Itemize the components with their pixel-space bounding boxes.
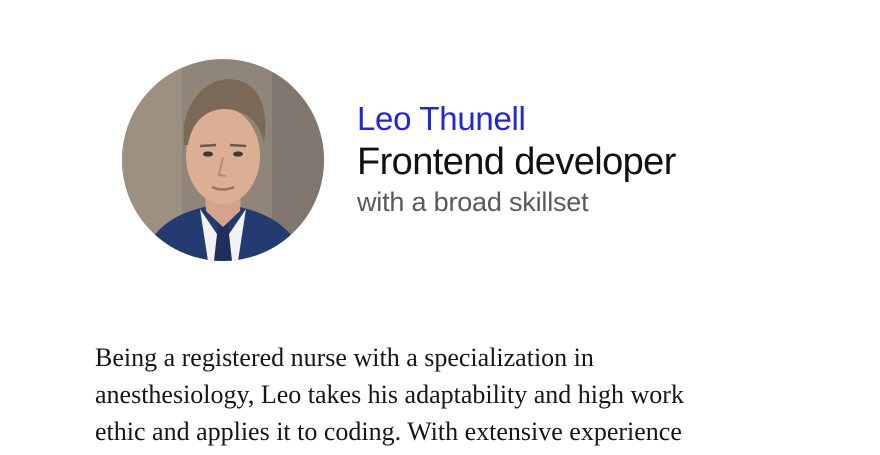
- person-photo-icon: [122, 59, 324, 261]
- profile-bio: Being a registered nurse with a speciali…: [95, 343, 684, 446]
- profile-page: Leo Thunell Frontend developer with a br…: [0, 0, 880, 455]
- profile-header: Leo Thunell Frontend developer with a br…: [122, 59, 676, 261]
- profile-role: Frontend developer: [357, 141, 676, 183]
- profile-avatar: [122, 59, 324, 261]
- profile-tagline: with a broad skillset: [357, 187, 589, 217]
- profile-intro: Leo Thunell Frontend developer with a br…: [357, 100, 676, 219]
- profile-name: Leo Thunell: [357, 100, 526, 137]
